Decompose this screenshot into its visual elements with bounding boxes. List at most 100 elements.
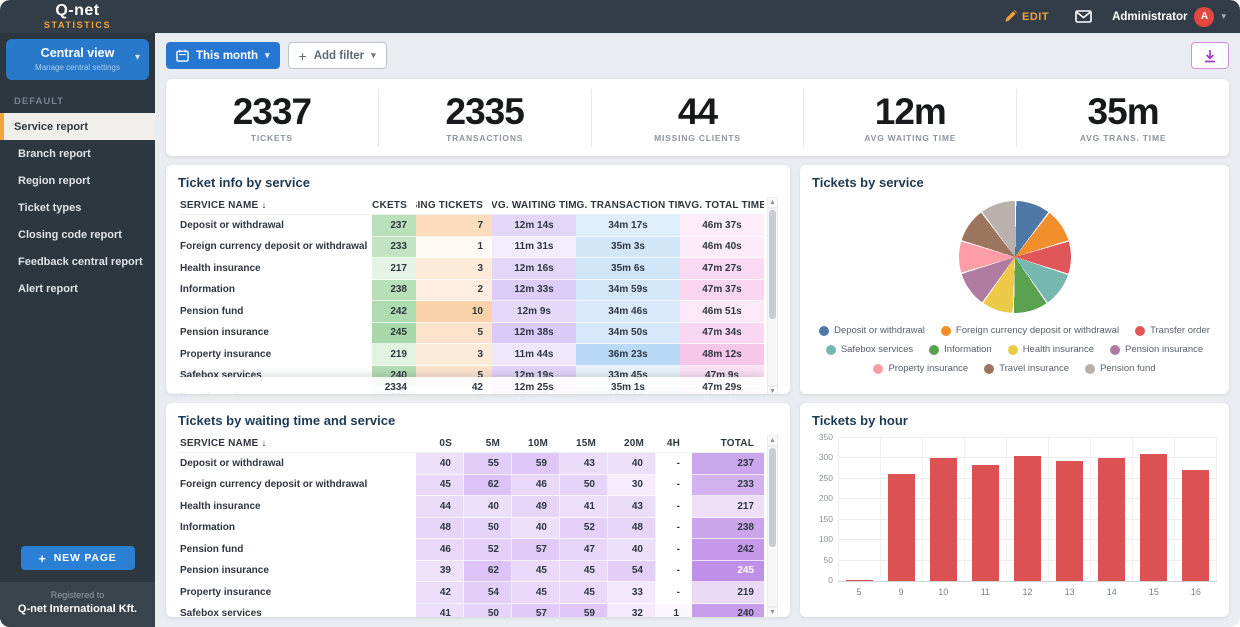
legend-color-dot [819, 326, 829, 336]
scroll-down-icon[interactable]: ▼ [767, 386, 778, 394]
cell-waiting: 12m 38s [492, 323, 576, 345]
column-header-total[interactable]: TOTAL [692, 438, 764, 450]
add-filter-button[interactable]: + Add filter ▾ [288, 42, 387, 69]
column-header-service-name[interactable]: SERVICE NAME ↓ [178, 200, 372, 211]
column-header-0s[interactable]: 0S [416, 438, 464, 450]
y-tick-label: 200 [819, 493, 833, 503]
legend-label: Travel insurance [999, 363, 1069, 374]
column-header-avg-transaction-time[interactable]: AVG. TRANSACTION TIME [576, 200, 680, 211]
column-header-20m[interactable]: 20M [608, 438, 656, 450]
user-menu[interactable]: Administrator A ▾ [1112, 7, 1226, 27]
table-row: Deposit or withdrawal4055594340-237 [178, 453, 764, 475]
central-view-selector[interactable]: Central view Manage central settings ▾ [6, 39, 149, 80]
waiting-table-body[interactable]: Deposit or withdrawal4055594340-237Forei… [178, 453, 764, 617]
legend-item-property-insurance: Property insurance [873, 363, 968, 374]
column-header-4h[interactable]: 4H [656, 438, 692, 450]
sidebar-item-feedback-central-report[interactable]: Feedback central report [0, 248, 155, 275]
bar-chart-x-axis: 5910111213141516 [838, 587, 1217, 597]
date-filter-label: This month [196, 50, 258, 62]
table-row: Pension insurance3962454554-245 [178, 561, 764, 583]
cell-service: Information [178, 518, 416, 540]
cell-bucket: 50 [560, 475, 608, 497]
cell-bucket: 50 [464, 604, 512, 618]
scroll-up-icon[interactable]: ▲ [767, 435, 778, 446]
sidebar-item-region-report[interactable]: Region report [0, 167, 155, 194]
legend-item-deposit-or-withdrawal: Deposit or withdrawal [819, 325, 925, 336]
legend-item-pension-insurance: Pension insurance [1110, 344, 1203, 355]
column-header-avg-waiting-time[interactable]: AVG. WAITING TIME [492, 200, 576, 211]
table-row: Pension fund4652574740-242 [178, 539, 764, 561]
legend-label: Information [944, 344, 992, 355]
cell-bucket: 40 [608, 539, 656, 561]
column-header-service-name[interactable]: SERVICE NAME ↓ [178, 438, 416, 450]
cell-total: 217 [692, 496, 764, 518]
legend-label: Safebox services [841, 344, 913, 355]
legend-item-transfer-order: Transfer order [1135, 325, 1210, 336]
chevron-down-icon: ▾ [265, 50, 270, 61]
ticket-info-card: Ticket info by service SERVICE NAME ↓TIC… [166, 165, 790, 394]
legend-row: Safebox services Information Health insura… [826, 344, 1203, 355]
download-button[interactable] [1191, 42, 1229, 69]
chevron-down-icon: ▾ [371, 50, 376, 61]
cell-service: Deposit or withdrawal [178, 453, 416, 475]
legend-label: Foreign currency deposit or withdrawal [956, 325, 1119, 336]
column-header-avg-total-time[interactable]: AVG. TOTAL TIME [680, 200, 764, 211]
scrollbar-track[interactable] [767, 446, 778, 607]
date-filter-button[interactable]: This month ▾ [166, 42, 280, 69]
scroll-down-icon[interactable]: ▼ [767, 607, 778, 617]
cell-total-time: 47m 34s [680, 323, 764, 345]
scroll-up-icon[interactable]: ▲ [767, 197, 778, 208]
calendar-icon [176, 49, 189, 62]
scrollbar-thumb[interactable] [769, 210, 776, 319]
y-tick-label: 250 [819, 473, 833, 483]
legend-item-information: Information [929, 344, 992, 355]
kpi-missing-clients: 44MISSING CLIENTS [592, 89, 805, 147]
cell-bucket: 52 [560, 518, 608, 540]
cell-bucket: - [656, 453, 692, 475]
logo-subtitle: STATISTICS [0, 21, 155, 30]
sidebar-item-alert-report[interactable]: Alert report [0, 275, 155, 302]
cell-bucket: 47 [560, 539, 608, 561]
waiting-table-scrollbar[interactable]: ▲ ▼ [767, 435, 778, 617]
ticket-info-scrollbar[interactable]: ▲ ▼ [767, 197, 778, 394]
column-header-missing-tickets[interactable]: MISSING TICKETS [416, 200, 492, 211]
cell-bucket: - [656, 496, 692, 518]
bar-slot-16 [1174, 438, 1217, 581]
x-tick-label: 16 [1175, 587, 1217, 597]
tickets-by-service-title: Tickets by service [812, 175, 1217, 190]
central-view-subtitle: Manage central settings [14, 63, 141, 72]
scrollbar-thumb[interactable] [769, 448, 776, 547]
content: This month ▾ + Add filter ▾ 2337TICKETS2… [155, 33, 1240, 627]
cell-service: Safebox services [178, 604, 416, 618]
table-row: Foreign currency deposit or withdrawal23… [178, 237, 764, 259]
edit-button[interactable]: EDIT [998, 9, 1055, 24]
cell-bucket: 43 [560, 453, 608, 475]
x-tick-label: 10 [922, 587, 964, 597]
cell-bucket: 44 [416, 496, 464, 518]
sidebar-item-branch-report[interactable]: Branch report [0, 140, 155, 167]
messages-button[interactable] [1069, 9, 1098, 24]
sidebar-item-service-report[interactable]: Service report [0, 113, 155, 140]
sidebar-item-ticket-types[interactable]: Ticket types [0, 194, 155, 221]
cell-waiting: 11m 31s [492, 237, 576, 259]
column-header-tickets[interactable]: TICKETS [372, 200, 416, 211]
cell-bucket: 45 [512, 561, 560, 583]
scrollbar-track[interactable] [767, 208, 778, 386]
kpi-avg-waiting-time: 12mAVG WAITING TIME [804, 89, 1017, 147]
new-page-button[interactable]: + NEW PAGE [21, 546, 135, 570]
sidebar-item-closing-code-report[interactable]: Closing code report [0, 221, 155, 248]
column-header-10m[interactable]: 10M [512, 438, 560, 450]
cell-service: Property insurance [178, 344, 372, 366]
legend-item-health-insurance: Health insurance [1008, 344, 1094, 355]
avatar: A [1194, 7, 1214, 27]
cell-bucket: 62 [464, 475, 512, 497]
ticket-info-table-body[interactable]: Deposit or withdrawal237712m 14s34m 17s4… [178, 215, 764, 394]
legend-label: Transfer order [1150, 325, 1210, 336]
bar-hour-9 [888, 474, 914, 581]
legend-label: Health insurance [1023, 344, 1094, 355]
cell-bucket: 42 [416, 582, 464, 604]
column-header-5m[interactable]: 5M [464, 438, 512, 450]
totals-cell: 12m 25s [492, 377, 576, 395]
cell-total-time: 46m 40s [680, 237, 764, 259]
column-header-15m[interactable]: 15M [560, 438, 608, 450]
